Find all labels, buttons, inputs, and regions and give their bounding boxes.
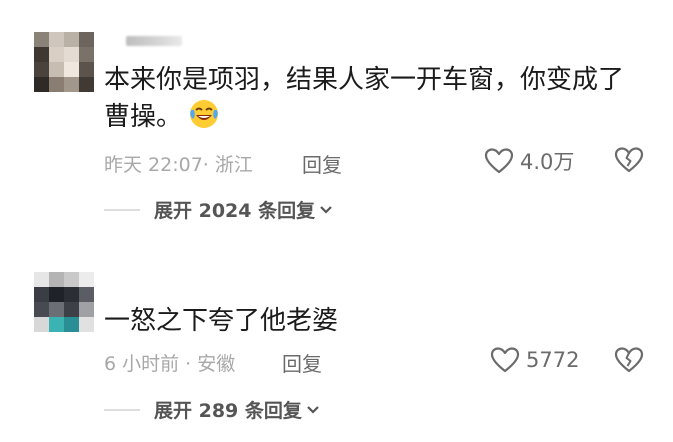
divider-line [104, 408, 140, 411]
expand-replies-button[interactable]: 展开 289 条回复 [104, 396, 320, 423]
heart-outline-icon [490, 346, 520, 374]
reply-button[interactable]: 回复 [282, 348, 322, 377]
comment-meta: 6 小时前 · 安徽 [104, 353, 236, 375]
comment-text: 一怒之下夸了他老婆 [104, 306, 339, 336]
chevron-down-icon [302, 400, 320, 419]
broken-heart-icon [614, 347, 644, 378]
avatar[interactable] [34, 272, 94, 332]
like-count: 5772 [526, 348, 580, 372]
like-button[interactable]: 5772 [490, 346, 579, 374]
comment-item: 一怒之下夸了他老婆 6 小时前 · 安徽 回复 5772 展开 289 条回复 [0, 0, 673, 442]
expand-replies-label: 展开 289 条回复 [154, 400, 302, 422]
dislike-button[interactable] [614, 346, 644, 378]
